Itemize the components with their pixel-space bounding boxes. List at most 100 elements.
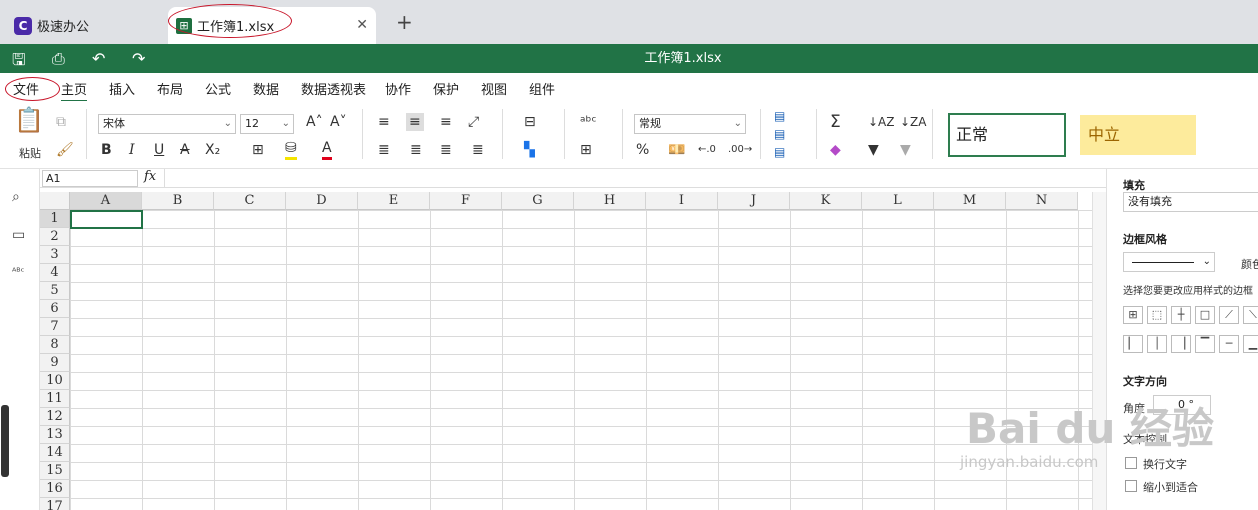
menu-formula[interactable]: 公式 bbox=[205, 79, 231, 98]
row-header[interactable]: 11 bbox=[40, 390, 70, 408]
redo-icon[interactable]: ↷ bbox=[132, 49, 145, 68]
align-middle-icon[interactable]: ≡ bbox=[406, 113, 424, 131]
column-header[interactable]: I bbox=[646, 192, 718, 210]
justify-icon[interactable]: ≣ bbox=[472, 141, 484, 159]
row-header[interactable]: 8 bbox=[40, 336, 70, 354]
italic-button[interactable]: I bbox=[129, 141, 135, 159]
row-header[interactable]: 5 bbox=[40, 282, 70, 300]
wrap-checkbox[interactable] bbox=[1125, 457, 1137, 469]
border-outer-button[interactable]: □ bbox=[1195, 306, 1215, 324]
text-orientation-icon[interactable]: ⤢ bbox=[468, 113, 479, 131]
row-header[interactable]: 3 bbox=[40, 246, 70, 264]
currency-icon[interactable]: 💴 bbox=[668, 141, 685, 159]
select-all-corner[interactable] bbox=[40, 192, 70, 210]
column-header[interactable]: F bbox=[430, 192, 502, 210]
font-grow-icon[interactable]: A˄ bbox=[306, 113, 323, 131]
column-header[interactable]: G bbox=[502, 192, 574, 210]
column-header[interactable]: E bbox=[358, 192, 430, 210]
border-style-select[interactable]: ⌄ bbox=[1123, 252, 1215, 272]
row-header[interactable]: 14 bbox=[40, 444, 70, 462]
row-header[interactable]: 1 bbox=[40, 210, 70, 228]
delete-cells-icon[interactable]: ▤ bbox=[774, 125, 785, 143]
menu-plugins[interactable]: 组件 bbox=[529, 79, 555, 98]
align-left-icon[interactable]: ≣ bbox=[378, 141, 390, 159]
font-shrink-icon[interactable]: A˅ bbox=[330, 113, 347, 131]
font-color-icon[interactable]: A bbox=[322, 139, 332, 160]
menu-collab[interactable]: 协作 bbox=[385, 79, 411, 98]
row-header[interactable]: 13 bbox=[40, 426, 70, 444]
number-format-select[interactable]: 常规 ⌄ bbox=[634, 114, 746, 134]
function-icon[interactable]: fx bbox=[144, 169, 156, 184]
sum-button[interactable]: Σ bbox=[830, 113, 841, 131]
subscript-button[interactable]: X₂ bbox=[205, 141, 220, 159]
table-icon[interactable]: ⊞ bbox=[580, 141, 592, 159]
fill-color-icon[interactable]: ⛁ bbox=[285, 139, 297, 160]
align-right-icon[interactable]: ≣ bbox=[440, 141, 452, 159]
row-header[interactable]: 12 bbox=[40, 408, 70, 426]
column-header[interactable]: C bbox=[214, 192, 286, 210]
insert-cells-icon[interactable]: ▤ bbox=[774, 107, 785, 125]
menu-pivot[interactable]: 数据透视表 bbox=[301, 79, 366, 98]
row-header[interactable]: 2 bbox=[40, 228, 70, 246]
row-header[interactable]: 17 bbox=[40, 498, 70, 510]
border-bottom-button[interactable]: ▁ bbox=[1243, 335, 1258, 353]
undo-icon[interactable]: ↶ bbox=[92, 49, 105, 68]
decrease-decimal-icon[interactable]: ←.0 bbox=[698, 141, 716, 159]
align-top-icon[interactable]: ≡ bbox=[378, 113, 390, 131]
border-diag-up-button[interactable]: ⟋ bbox=[1219, 306, 1239, 324]
align-center-icon[interactable]: ≣ bbox=[410, 141, 422, 159]
paste-icon[interactable]: 📋 bbox=[14, 108, 44, 132]
shrink-checkbox[interactable] bbox=[1125, 480, 1137, 492]
border-inner-button[interactable]: ┼ bbox=[1171, 306, 1191, 324]
row-header[interactable]: 15 bbox=[40, 462, 70, 480]
underline-button[interactable]: U bbox=[154, 141, 164, 159]
row-header[interactable]: 7 bbox=[40, 318, 70, 336]
spellcheck-icon[interactable]: ᵃᵇᶜ bbox=[580, 113, 597, 131]
row-header[interactable]: 10 bbox=[40, 372, 70, 390]
fill-select[interactable]: 没有填充 bbox=[1123, 192, 1258, 212]
new-tab-button[interactable]: + bbox=[396, 10, 413, 34]
row-header[interactable]: 16 bbox=[40, 480, 70, 498]
menu-insert[interactable]: 插入 bbox=[109, 79, 135, 98]
font-name-select[interactable]: 宋体 ⌄ bbox=[98, 114, 236, 134]
close-tab-icon[interactable]: ✕ bbox=[356, 17, 368, 33]
wrap-text-icon[interactable]: ▚ bbox=[524, 141, 535, 159]
tab-app-home[interactable]: C 极速办公 bbox=[8, 7, 160, 44]
border-hcenter-button[interactable]: ─ bbox=[1219, 335, 1239, 353]
format-cells-icon[interactable]: ▤ bbox=[774, 143, 785, 161]
name-box[interactable]: A1 bbox=[42, 170, 138, 187]
copy-icon[interactable]: ⧉ bbox=[56, 113, 66, 131]
merge-cells-icon[interactable]: ⊟ bbox=[524, 113, 536, 131]
column-header[interactable]: K bbox=[790, 192, 862, 210]
cell-area[interactable] bbox=[70, 210, 1092, 510]
menu-view[interactable]: 视图 bbox=[481, 79, 507, 98]
search-icon[interactable]: ⌕ bbox=[12, 189, 20, 205]
cell-style-neutral[interactable]: 中立 bbox=[1080, 115, 1196, 155]
column-header[interactable]: D bbox=[286, 192, 358, 210]
border-vcenter-button[interactable]: │ bbox=[1147, 335, 1167, 353]
column-header[interactable]: H bbox=[574, 192, 646, 210]
strikethrough-button[interactable]: A bbox=[180, 141, 190, 159]
format-painter-icon[interactable]: 🖌 bbox=[56, 141, 74, 159]
border-icon[interactable]: ⊞ bbox=[252, 141, 264, 159]
percent-button[interactable]: % bbox=[636, 141, 649, 159]
sort-asc-icon[interactable]: ↓AZ bbox=[868, 113, 894, 131]
column-header[interactable]: L bbox=[862, 192, 934, 210]
row-header[interactable]: 9 bbox=[40, 354, 70, 372]
align-bottom-icon[interactable]: ≡ bbox=[440, 113, 452, 131]
border-diag-down-button[interactable]: ⟍ bbox=[1243, 306, 1258, 324]
clear-filter-icon[interactable]: ▼ bbox=[900, 141, 911, 159]
menu-home[interactable]: 主页 bbox=[61, 79, 88, 102]
formula-input[interactable] bbox=[164, 169, 1094, 187]
menu-data[interactable]: 数据 bbox=[253, 79, 279, 98]
border-all-button[interactable]: ⊞ bbox=[1123, 306, 1143, 324]
menu-protect[interactable]: 保护 bbox=[433, 79, 459, 98]
border-top-button[interactable]: ▔ bbox=[1195, 335, 1215, 353]
font-size-select[interactable]: 12 ⌄ bbox=[240, 114, 294, 134]
column-header[interactable]: N bbox=[1006, 192, 1078, 210]
print-icon[interactable]: ⎙ bbox=[52, 49, 65, 69]
sort-desc-icon[interactable]: ↓ZA bbox=[900, 113, 926, 131]
save-icon[interactable]: 🖫 bbox=[12, 49, 26, 76]
cell-style-normal[interactable]: 正常 bbox=[948, 113, 1066, 157]
column-header[interactable]: J bbox=[718, 192, 790, 210]
